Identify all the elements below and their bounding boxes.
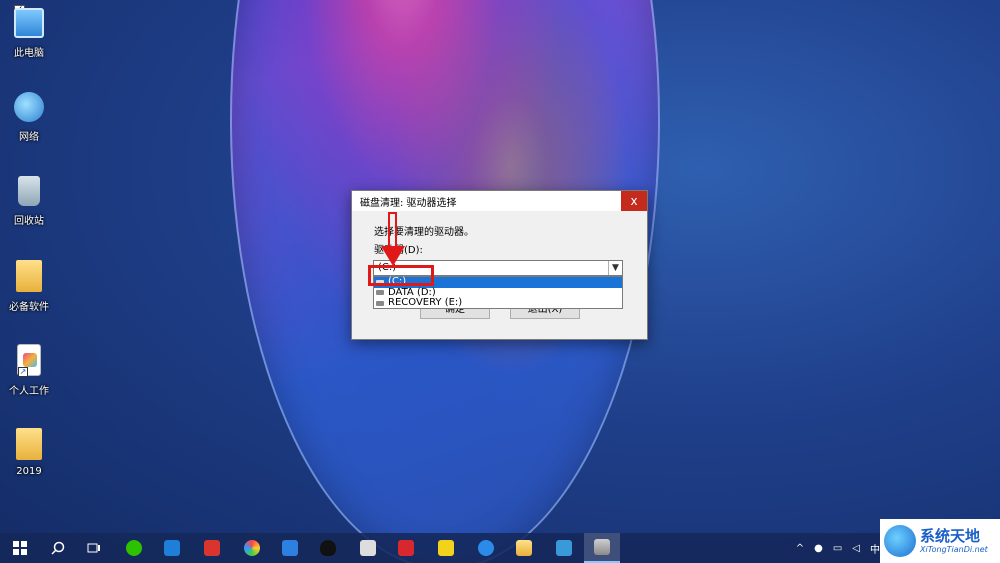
desktop-icon-this-pc[interactable]: ✓ 此电脑	[4, 2, 54, 72]
folder-icon	[16, 428, 42, 460]
desktop-icon-label: 个人工作	[9, 386, 49, 397]
recycle-bin-icon	[18, 176, 40, 206]
network-tray-icon[interactable]: ▭	[833, 543, 842, 554]
watermark-cn: 系统天地	[920, 527, 981, 545]
desktop-icon-label: 网络	[19, 132, 39, 143]
qq-icon	[320, 540, 336, 556]
app-icon	[398, 540, 414, 556]
app-icon	[204, 540, 220, 556]
dialog-title-bar[interactable]: 磁盘清理: 驱动器选择 x	[352, 191, 647, 211]
taskbar-qq[interactable]	[310, 533, 346, 563]
desktop-icon-network[interactable]: 网络	[4, 86, 54, 156]
volume-icon[interactable]: ◁	[852, 543, 860, 554]
app-icon	[244, 540, 260, 556]
taskbar-wechat[interactable]	[116, 533, 152, 563]
tray-app-icon[interactable]: ●	[814, 543, 823, 554]
app-icon	[164, 540, 180, 556]
desktop-icon-label: 必备软件	[9, 302, 49, 313]
app-icon	[360, 540, 376, 556]
drive-option-e[interactable]: RECOVERY (E:)	[374, 297, 622, 309]
desktop-icon-software-folder[interactable]: 必备软件	[4, 254, 54, 324]
taskbar-app-3[interactable]	[234, 533, 270, 563]
app-icon	[438, 540, 454, 556]
desktop-icon-2019-folder[interactable]: 2019	[4, 422, 54, 492]
drive-option-label: RECOVERY (E:)	[388, 297, 463, 308]
desktop-icon-label: 此电脑	[14, 48, 44, 59]
disk-cleanup-icon	[594, 539, 610, 555]
ime-indicator[interactable]: 中	[870, 541, 880, 556]
annotation-arrow-head	[381, 246, 405, 266]
network-icon	[14, 92, 44, 122]
taskbar-app-4[interactable]	[272, 533, 308, 563]
annotation-arrow-shaft	[388, 212, 397, 248]
search-button[interactable]	[40, 533, 76, 563]
document-icon: ↗	[17, 344, 41, 377]
task-view-button[interactable]	[76, 533, 112, 563]
drive-icon	[376, 300, 384, 306]
taskbar-app-2[interactable]	[194, 533, 230, 563]
task-view-icon	[87, 543, 100, 553]
taskbar-explorer[interactable]	[506, 533, 542, 563]
drive-icon	[376, 290, 384, 296]
desktop-icon-label: 2019	[16, 466, 42, 477]
watermark: 系统天地 XiTongTianDi.net	[880, 519, 1000, 563]
taskbar-disk-cleanup[interactable]	[584, 533, 620, 563]
search-icon	[51, 541, 65, 555]
wechat-icon	[126, 540, 142, 556]
close-button[interactable]: x	[621, 191, 647, 211]
desktop-icon-label: 回收站	[14, 216, 44, 227]
app-icon	[556, 540, 572, 556]
desktop-icon-recycle-bin[interactable]: 回收站	[4, 170, 54, 240]
watermark-text: 系统天地 XiTongTianDi.net	[920, 527, 988, 555]
system-tray: ^ ● ▭ ◁ 中	[796, 533, 880, 563]
desktop-icon-personal-work[interactable]: ↗ 个人工作	[4, 338, 54, 408]
app-icon	[282, 540, 298, 556]
taskbar-edge[interactable]	[468, 533, 504, 563]
taskbar-app-6[interactable]	[388, 533, 424, 563]
watermark-en: XiTongTianDi.net	[920, 545, 988, 554]
shortcut-arrow-icon: ↗	[18, 367, 28, 377]
chevron-down-icon[interactable]: ▼	[608, 261, 622, 275]
start-button[interactable]	[2, 533, 38, 563]
explorer-icon	[516, 540, 532, 556]
start-icon	[13, 541, 27, 555]
folder-icon	[16, 260, 42, 292]
dialog-title: 磁盘清理: 驱动器选择	[360, 197, 457, 209]
taskbar-app-1[interactable]	[154, 533, 190, 563]
taskbar-app-7[interactable]	[428, 533, 464, 563]
taskbar-app-5[interactable]	[350, 533, 386, 563]
watermark-logo-icon	[884, 525, 916, 557]
edge-icon	[478, 540, 494, 556]
close-icon: x	[630, 194, 638, 208]
annotation-highlight-box	[368, 265, 434, 286]
chevron-up-icon[interactable]: ^	[796, 543, 804, 554]
computer-icon	[14, 8, 44, 38]
taskbar-app-8[interactable]	[546, 533, 582, 563]
taskbar: ^ ● ▭ ◁ 中	[0, 533, 1000, 563]
